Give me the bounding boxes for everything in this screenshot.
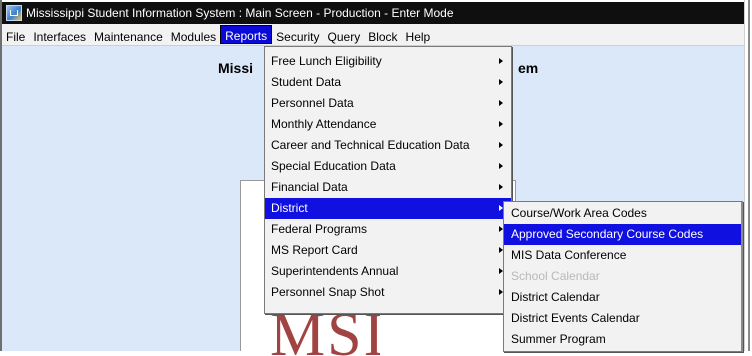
menu-item-label: District: [271, 201, 308, 215]
submenu-item-course-work-area-codes[interactable]: Course/Work Area Codes: [504, 203, 741, 224]
main-title: Missi: [218, 60, 254, 76]
app-icon: [6, 5, 22, 21]
menu-bar: File Interfaces Maintenance Modules Repo…: [2, 24, 744, 46]
menu-item-label: Financial Data: [271, 180, 348, 194]
menu-interfaces[interactable]: Interfaces: [29, 26, 90, 44]
district-submenu: Course/Work Area Codes Approved Secondar…: [503, 201, 743, 352]
reports-menu: Free Lunch Eligibility Student Data Pers…: [264, 46, 512, 314]
menu-item-superintendents-annual[interactable]: Superintendents Annual: [265, 261, 511, 282]
submenu-item-district-events-calendar[interactable]: District Events Calendar: [504, 308, 741, 329]
submenu-item-mis-data-conference[interactable]: MIS Data Conference: [504, 245, 741, 266]
submenu-arrow-icon: [499, 142, 503, 148]
menu-reports[interactable]: Reports: [220, 25, 273, 44]
menu-item-label: Personnel Data: [271, 96, 354, 110]
menu-item-career-technical-education-data[interactable]: Career and Technical Education Data: [265, 135, 511, 156]
menu-item-monthly-attendance[interactable]: Monthly Attendance: [265, 114, 511, 135]
submenu-item-school-calendar: School Calendar: [511, 269, 600, 283]
menu-item-label: MS Report Card: [271, 243, 358, 257]
menu-item-ms-report-card[interactable]: MS Report Card: [265, 240, 511, 261]
window-frame-right-inner: [744, 0, 745, 351]
menu-help[interactable]: Help: [402, 26, 435, 44]
menu-item-federal-programs[interactable]: Federal Programs: [265, 219, 511, 240]
menu-item-financial-data[interactable]: Financial Data: [265, 177, 511, 198]
menu-maintenance[interactable]: Maintenance: [90, 26, 167, 44]
menu-item-district[interactable]: District: [265, 198, 511, 219]
menu-item-free-lunch-eligibility[interactable]: Free Lunch Eligibility: [265, 51, 511, 72]
menu-item-label: Federal Programs: [271, 222, 368, 236]
submenu-arrow-icon: [499, 58, 503, 64]
menu-item-student-data[interactable]: Student Data: [265, 72, 511, 93]
menu-block[interactable]: Block: [364, 26, 401, 44]
menu-item-label: Career and Technical Education Data: [271, 138, 470, 152]
menu-item-special-education-data[interactable]: Special Education Data: [265, 156, 511, 177]
menu-item-label: Special Education Data: [271, 159, 396, 173]
window-title: Mississippi Student Information System :…: [26, 6, 454, 20]
submenu-arrow-icon: [499, 100, 503, 106]
menu-item-label: Monthly Attendance: [271, 117, 377, 131]
submenu-item-district-calendar[interactable]: District Calendar: [504, 287, 741, 308]
submenu-arrow-icon: [499, 121, 503, 127]
menu-item-label: Student Data: [271, 75, 342, 89]
menu-query[interactable]: Query: [324, 26, 365, 44]
menu-security[interactable]: Security: [272, 26, 323, 44]
menu-modules[interactable]: Modules: [167, 26, 220, 44]
submenu-arrow-icon: [499, 184, 503, 190]
window-frame-right: [748, 0, 750, 351]
menu-file[interactable]: File: [2, 26, 29, 44]
submenu-item-summer-program[interactable]: Summer Program: [504, 329, 741, 350]
submenu-arrow-icon: [499, 163, 503, 169]
main-title-tail: em: [518, 60, 539, 76]
menu-item-label: Superintendents Annual: [271, 264, 399, 278]
menu-item-label: Free Lunch Eligibility: [271, 54, 382, 68]
menu-item-personnel-data[interactable]: Personnel Data: [265, 93, 511, 114]
submenu-arrow-icon: [499, 79, 503, 85]
submenu-item-approved-secondary-course-codes[interactable]: Approved Secondary Course Codes: [504, 224, 741, 245]
title-bar: Mississippi Student Information System :…: [2, 2, 744, 24]
menu-item-label: Personnel Snap Shot: [271, 285, 385, 299]
menu-item-personnel-snap-shot[interactable]: Personnel Snap Shot: [265, 282, 511, 303]
